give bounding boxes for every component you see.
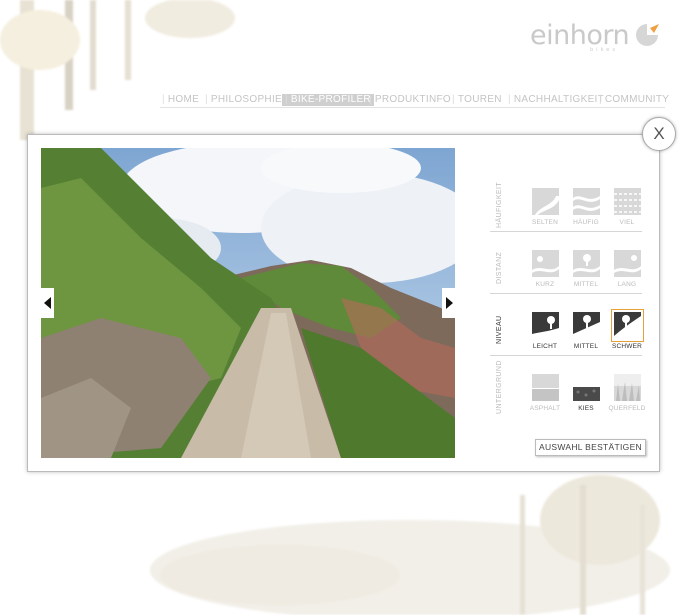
option-label-kies: KIES	[578, 405, 594, 412]
nav-item-community[interactable]: COMMUNITY	[599, 94, 669, 106]
distance-long-icon	[613, 250, 641, 277]
option-lang[interactable]: LANG	[607, 250, 647, 294]
group-niveau: NIVEAU LEICHT MITTEL SCHWER	[490, 304, 644, 356]
unicorn-logo-icon	[636, 24, 659, 46]
option-label-querfeld: QUERFELD	[608, 405, 646, 412]
distance-short-icon	[531, 250, 559, 277]
page: einhorn bikes HOME PHILOSOPHIE BIKE-PROF…	[0, 0, 680, 615]
background-trees-top	[0, 0, 250, 150]
arrow-right-icon	[446, 297, 453, 309]
option-label-selten: SELTEN	[531, 219, 558, 226]
nav-item-touren[interactable]: TOUREN	[452, 94, 502, 106]
option-label-leicht: LEICHT	[532, 343, 558, 350]
surface-asphalt-icon	[531, 374, 559, 401]
option-leicht[interactable]: LEICHT	[525, 312, 565, 356]
surface-offroad-icon	[613, 374, 641, 401]
group-distanz: DISTANZ KURZ MITTEL LANG	[490, 242, 642, 294]
nav-item-produktinfo[interactable]: PRODUKTINFO	[369, 94, 451, 106]
next-photo-button[interactable]	[442, 288, 455, 318]
close-button[interactable]: X	[642, 117, 676, 151]
option-mittel-niveau[interactable]: MITTEL	[566, 312, 606, 356]
previous-photo-button[interactable]	[41, 288, 54, 318]
group-label-distanz: DISTANZ	[496, 251, 503, 285]
nav-item-philosophie[interactable]: PHILOSOPHIE	[205, 94, 282, 106]
hill-medium-icon	[572, 312, 600, 339]
arrow-left-icon	[44, 297, 51, 309]
option-label-kurz: KURZ	[535, 281, 555, 288]
surface-gravel-icon	[572, 374, 600, 401]
tour-photo	[41, 148, 455, 458]
brand-logo-subtitle: bikes	[590, 47, 618, 53]
option-mittel-distanz[interactable]: MITTEL	[566, 250, 606, 294]
background-trees-bottom	[150, 475, 670, 615]
option-asphalt[interactable]: ASPHALT	[525, 374, 565, 418]
option-label-asphalt: ASPHALT	[529, 405, 561, 412]
group-label-haeufigkeit: HÄUFIGKEIT	[496, 181, 503, 228]
group-untergrund: UNTERGRUND ASPHALT KIES QUERFELD	[490, 360, 645, 418]
group-label-untergrund: UNTERGRUND	[496, 360, 503, 414]
main-navigation: HOME PHILOSOPHIE BIKE-PROFILER PRODUKTIN…	[160, 94, 669, 108]
option-schwer[interactable]: SCHWER	[607, 309, 647, 356]
nav-item-nachhaltigkeit[interactable]: NACHHALTIGKEIT	[508, 94, 604, 106]
road-double-curve-icon	[572, 188, 600, 215]
profiler-options-panel: HÄUFIGKEIT SELTEN HÄUFIG VIEL DISTANZ KU…	[490, 180, 650, 465]
brand-logo[interactable]: einhorn bikes	[530, 20, 660, 53]
hill-easy-icon	[531, 312, 559, 339]
option-label-viel: VIEL	[619, 219, 635, 226]
option-label-lang: LANG	[617, 281, 637, 288]
option-label-mittel-niveau: MITTEL	[573, 343, 599, 350]
option-label-haeufig: HÄUFIG	[573, 219, 599, 226]
confirm-selection-button[interactable]: AUSWAHL BESTÄTIGEN	[535, 439, 646, 456]
nav-item-bike-profiler[interactable]: BIKE-PROFILER	[282, 94, 374, 106]
distance-medium-icon	[572, 250, 600, 277]
hill-hard-icon	[610, 309, 644, 342]
option-querfeld[interactable]: QUERFELD	[607, 374, 647, 418]
group-label-niveau: NIVEAU	[496, 315, 503, 345]
option-kies[interactable]: KIES	[566, 374, 606, 418]
nav-item-home[interactable]: HOME	[162, 94, 199, 106]
group-haeufigkeit: HÄUFIGKEIT SELTEN HÄUFIG VIEL	[490, 180, 642, 232]
option-label-mittel-distanz: MITTEL	[573, 281, 599, 288]
option-selten[interactable]: SELTEN	[525, 188, 565, 232]
option-viel[interactable]: VIEL	[607, 188, 647, 232]
road-pattern-icon	[613, 188, 641, 215]
option-label-schwer: SCHWER	[611, 343, 643, 350]
option-haeufig[interactable]: HÄUFIG	[566, 188, 606, 232]
option-kurz[interactable]: KURZ	[525, 250, 565, 294]
road-curve-icon	[531, 188, 559, 215]
